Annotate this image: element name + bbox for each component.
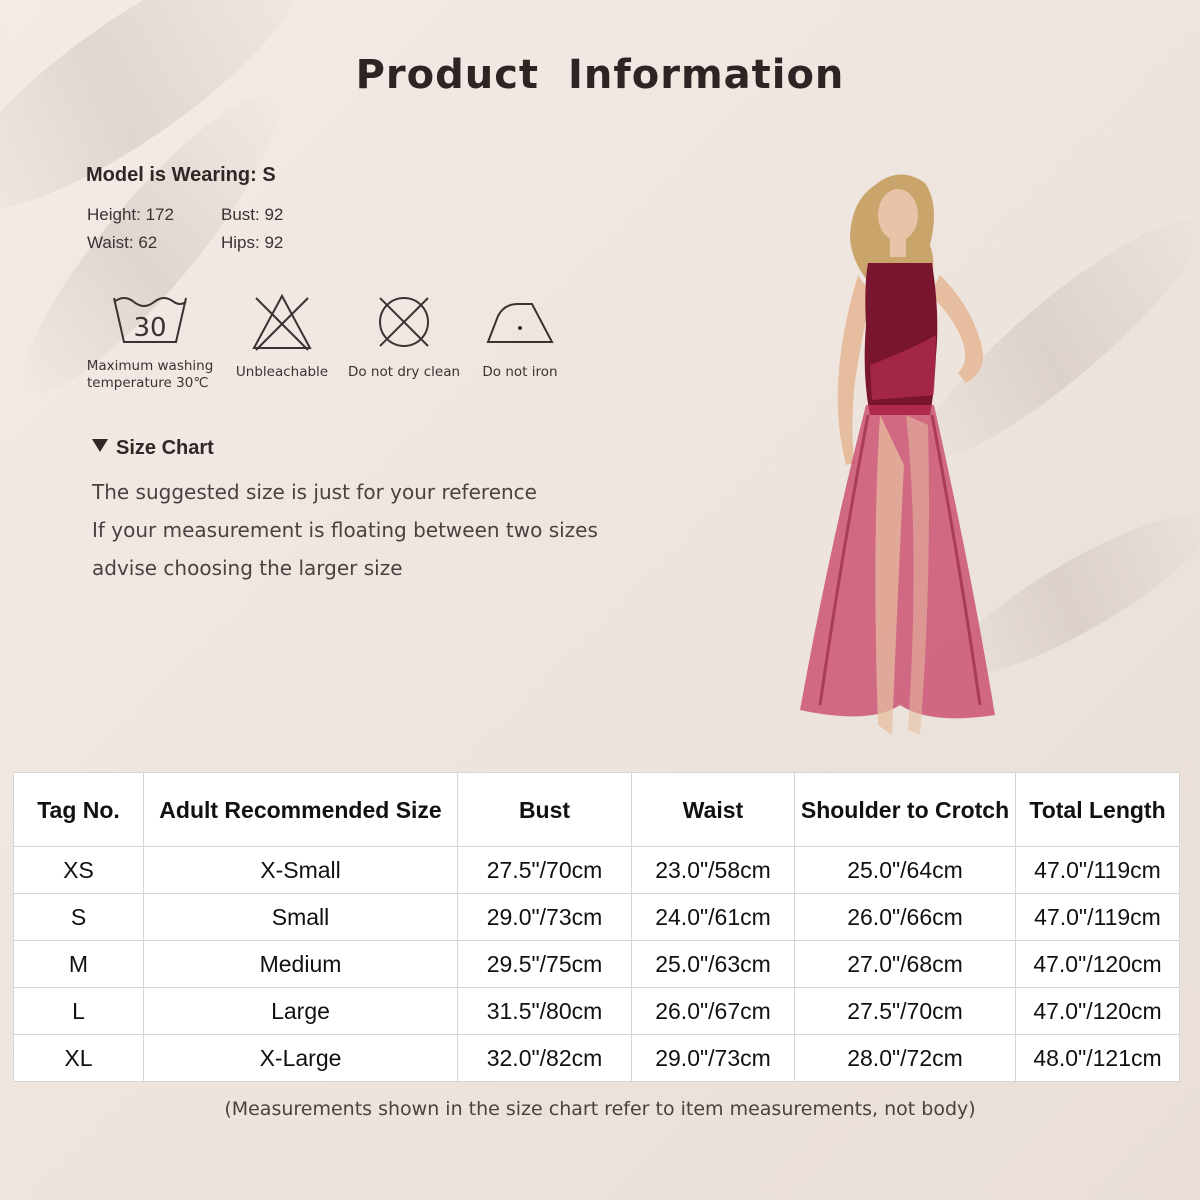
care-iron-label: Do not iron <box>482 364 558 380</box>
size-note: advise choosing the larger size <box>92 556 403 580</box>
table-cell: 48.0"/121cm <box>1015 1034 1180 1082</box>
model-hips: Hips: 92 <box>221 233 284 252</box>
table-cell: Small <box>143 893 458 941</box>
care-wash: 30 Maximum washing temperature 30℃ <box>80 292 220 392</box>
table-row: M Medium 29.5"/75cm 25.0"/63cm 27.0"/68c… <box>13 940 1180 988</box>
table-cell: 25.0"/64cm <box>794 846 1016 894</box>
measurement-footnote: (Measurements shown in the size chart re… <box>224 1098 976 1120</box>
table-cell: X-Small <box>143 846 458 894</box>
header-cell: Waist <box>631 772 795 847</box>
table-cell: Medium <box>143 940 458 988</box>
care-dry-clean-label: Do not dry clean <box>347 364 461 380</box>
care-bleach: Unbleachable <box>226 292 338 381</box>
care-wash-label-2: temperature 30℃ <box>87 375 209 391</box>
model-waist: Waist: 62 <box>87 233 158 252</box>
triangle-down-icon <box>92 439 108 452</box>
care-iron: Do not iron <box>470 292 570 381</box>
wash-30-icon: 30 <box>113 297 187 343</box>
model-heading: Model is Wearing: S <box>86 164 276 186</box>
table-cell: 26.0"/66cm <box>794 893 1016 941</box>
model-photo <box>800 174 995 735</box>
page-title: Product Information <box>355 52 845 98</box>
size-note: The suggested size is just for your refe… <box>92 480 537 504</box>
table-row: XL X-Large 32.0"/82cm 29.0"/73cm 28.0"/7… <box>13 1034 1180 1082</box>
table-cell: 29.0"/73cm <box>631 1034 795 1082</box>
table-cell: 27.5"/70cm <box>457 846 632 894</box>
table-row: L Large 31.5"/80cm 26.0"/67cm 27.5"/70cm… <box>13 987 1180 1035</box>
table-row: S Small 29.0"/73cm 24.0"/61cm 26.0"/66cm… <box>13 893 1180 941</box>
table-cell: 24.0"/61cm <box>631 893 795 941</box>
table-cell: 27.0"/68cm <box>794 940 1016 988</box>
table-cell: L <box>13 987 144 1035</box>
table-cell: X-Large <box>143 1034 458 1082</box>
table-cell: 28.0"/72cm <box>794 1034 1016 1082</box>
no-bleach-icon <box>252 293 312 351</box>
header-cell: Shoulder to Crotch <box>794 772 1016 847</box>
table-cell: M <box>13 940 144 988</box>
size-note: If your measurement is floating between … <box>92 518 598 542</box>
table-cell: 27.5"/70cm <box>794 987 1016 1035</box>
table-cell: 31.5"/80cm <box>457 987 632 1035</box>
table-cell: 29.5"/75cm <box>457 940 632 988</box>
table-cell: 26.0"/67cm <box>631 987 795 1035</box>
size-chart-heading: Size Chart <box>92 437 214 460</box>
table-cell: 47.0"/120cm <box>1015 987 1180 1035</box>
table-cell: XL <box>13 1034 144 1082</box>
care-bleach-label: Unbleachable <box>235 364 329 380</box>
table-header-row: Tag No. Adult Recommended Size Bust Wais… <box>13 772 1180 847</box>
table-cell: 25.0"/63cm <box>631 940 795 988</box>
table-cell: 47.0"/120cm <box>1015 940 1180 988</box>
care-wash-label-1: Maximum washing <box>86 358 214 374</box>
no-iron-icon <box>486 303 554 343</box>
svg-text:30: 30 <box>133 313 166 343</box>
table-cell: 47.0"/119cm <box>1015 846 1180 894</box>
table-cell: 32.0"/82cm <box>457 1034 632 1082</box>
table-cell: Large <box>143 987 458 1035</box>
no-dry-clean-icon <box>379 297 429 347</box>
table-cell: 23.0"/58cm <box>631 846 795 894</box>
header-cell: Bust <box>457 772 632 847</box>
table-cell: S <box>13 893 144 941</box>
size-table: Tag No. Adult Recommended Size Bust Wais… <box>13 772 1180 1082</box>
model-height: Height: 172 <box>87 205 174 224</box>
table-cell: XS <box>13 846 144 894</box>
table-cell: 47.0"/119cm <box>1015 893 1180 941</box>
header-cell: Total Length <box>1015 772 1180 847</box>
care-dry-clean: Do not dry clean <box>344 292 464 381</box>
table-row: XS X-Small 27.5"/70cm 23.0"/58cm 25.0"/6… <box>13 846 1180 894</box>
table-cell: 29.0"/73cm <box>457 893 632 941</box>
header-cell: Tag No. <box>13 772 144 847</box>
model-bust: Bust: 92 <box>221 205 284 224</box>
header-cell: Adult Recommended Size <box>143 772 458 847</box>
